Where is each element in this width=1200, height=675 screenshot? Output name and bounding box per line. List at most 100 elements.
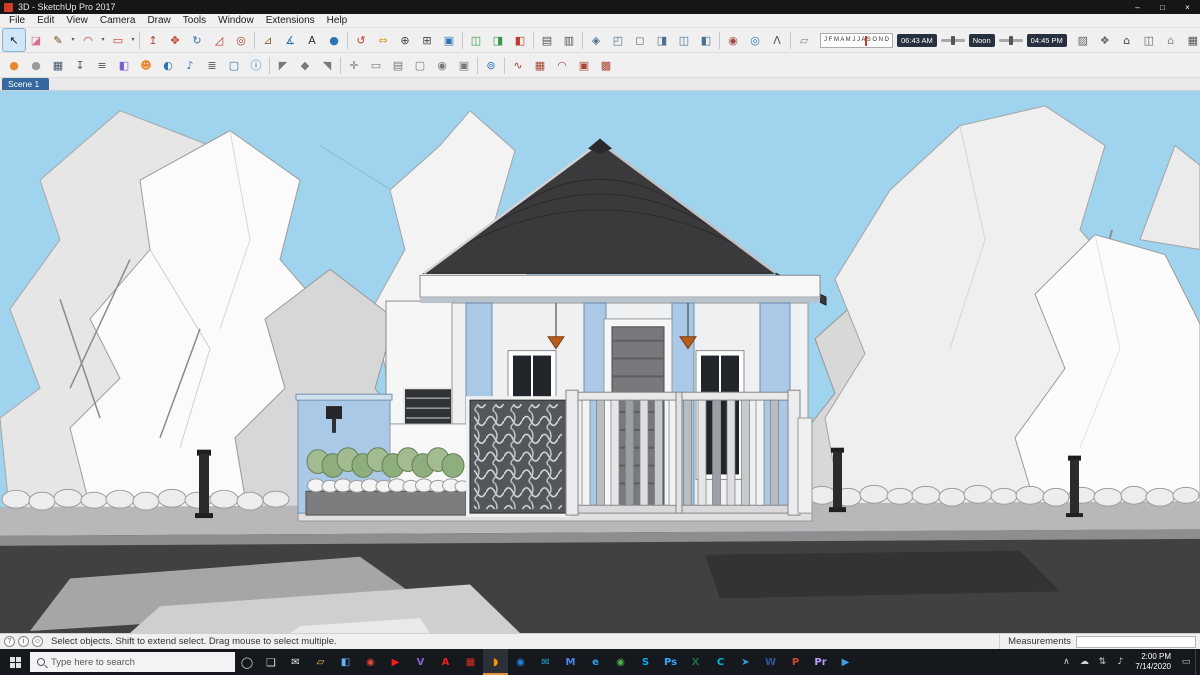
model-box-icon[interactable]: ◫ <box>1138 29 1160 51</box>
zoom-tool-icon[interactable]: ⊕ <box>394 29 416 51</box>
teal-c-app-icon[interactable]: C <box>708 649 733 675</box>
paint-material-icon[interactable]: ● <box>3 54 25 76</box>
scene-tab-1[interactable]: Scene 1 <box>2 78 50 90</box>
premiere-icon[interactable]: Pr <box>808 649 833 675</box>
rotate-tool-icon[interactable]: ↻ <box>186 29 208 51</box>
large-eraser-icon[interactable]: ▱ <box>793 29 815 51</box>
push-pull-tool-icon[interactable]: ↥ <box>142 29 164 51</box>
walk-tool-icon[interactable]: Λ <box>766 29 788 51</box>
menu-camera[interactable]: Camera <box>94 15 142 26</box>
viber-icon[interactable]: V <box>408 649 433 675</box>
paint-bucket-tool-icon[interactable]: ● <box>323 29 345 51</box>
pan-tool-icon[interactable]: ⇔ <box>372 29 394 51</box>
stamp-tool-icon[interactable]: ▣ <box>573 54 595 76</box>
component-box-icon[interactable]: ◧ <box>113 54 135 76</box>
thunderbird-icon[interactable]: ✉ <box>533 649 558 675</box>
camera-create-icon[interactable]: ▢ <box>409 54 431 76</box>
powerpoint-icon[interactable]: P <box>783 649 808 675</box>
front-view-icon[interactable]: ◻ <box>629 29 651 51</box>
offset-tool-icon[interactable]: ◎ <box>230 29 252 51</box>
printer-icon[interactable]: ▦ <box>47 54 69 76</box>
back-edges-icon[interactable]: ▥ <box>558 29 580 51</box>
shadow-date-slider[interactable]: J F M A M J J A S O N D <box>820 32 894 48</box>
materials-panel-icon[interactable]: ▨ <box>1072 29 1094 51</box>
cortana-button[interactable]: ◯ <box>235 649 259 675</box>
compass-browser-icon[interactable]: ◉ <box>508 649 533 675</box>
help-status-icon[interactable]: ☺ <box>32 636 43 647</box>
edge-icon[interactable]: e <box>583 649 608 675</box>
warehouse-home-icon[interactable]: ⌂ <box>1116 29 1138 51</box>
sandbox-from-contours-icon[interactable]: ∿ <box>507 54 529 76</box>
move-tool-icon[interactable]: ✥ <box>164 29 186 51</box>
gmail-icon[interactable]: M <box>558 649 583 675</box>
section-cut-icon[interactable]: ◧ <box>509 29 531 51</box>
face-style-icon[interactable]: ☻ <box>135 54 157 76</box>
network-icon[interactable]: ⇅ <box>1093 649 1111 675</box>
architecture-icon[interactable]: ⌂ <box>1160 29 1182 51</box>
text-tool-icon[interactable]: A <box>301 29 323 51</box>
align-right-icon[interactable]: ◥ <box>316 54 338 76</box>
taskbar-clock[interactable]: 2:00 PM 7/14/2020 <box>1129 652 1177 671</box>
onedrive-icon[interactable]: ☁ <box>1075 649 1093 675</box>
sliders-icon[interactable]: ≣ <box>201 54 223 76</box>
shadow-time-slider-right[interactable] <box>998 35 1023 45</box>
components-panel-icon[interactable]: ❖ <box>1094 29 1116 51</box>
export-icon[interactable]: ↧ <box>69 54 91 76</box>
skype-icon[interactable]: S <box>633 649 658 675</box>
task-view-button[interactable]: ❏ <box>259 649 283 675</box>
print-icon[interactable]: ▦ <box>1182 29 1200 51</box>
measurements-input[interactable] <box>1076 635 1196 648</box>
taskbar-search[interactable]: Type here to search <box>30 652 235 672</box>
scale-tool-icon[interactable]: ◿ <box>208 29 230 51</box>
file-explorer-icon[interactable]: ▱ <box>308 649 333 675</box>
camera-settings-icon[interactable]: ▣ <box>453 54 475 76</box>
menu-window[interactable]: Window <box>212 15 260 26</box>
photoshop-icon[interactable]: Ps <box>658 649 683 675</box>
viewport-3d-scene[interactable] <box>0 91 1200 633</box>
position-camera-icon[interactable]: ◉ <box>722 29 744 51</box>
section-plane-icon[interactable]: ◫ <box>465 29 487 51</box>
photos-icon[interactable]: ◧ <box>333 649 358 675</box>
align-center-icon[interactable]: ◆ <box>294 54 316 76</box>
layers-stack-icon[interactable]: ≡ <box>91 54 113 76</box>
menu-tools[interactable]: Tools <box>177 15 212 26</box>
start-button[interactable] <box>0 649 30 675</box>
hide-rest-of-model-icon[interactable]: ▤ <box>536 29 558 51</box>
line-flyout-icon[interactable]: ▾ <box>69 29 77 51</box>
minimize-button[interactable]: – <box>1125 0 1150 14</box>
menu-edit[interactable]: Edit <box>31 15 60 26</box>
chrome-icon[interactable]: ◉ <box>608 649 633 675</box>
excel-icon[interactable]: X <box>683 649 708 675</box>
viewport-3d[interactable] <box>0 91 1200 633</box>
eraser-tool-icon[interactable]: ◪ <box>25 29 47 51</box>
word-icon[interactable]: W <box>758 649 783 675</box>
sandbox-from-scratch-icon[interactable]: ▦ <box>529 54 551 76</box>
smoove-tool-icon[interactable]: ◠ <box>551 54 573 76</box>
arc-flyout-icon[interactable]: ▾ <box>99 29 107 51</box>
rectangle-tool-icon[interactable]: ▭ <box>107 29 129 51</box>
select-tool-icon[interactable]: ↖ <box>2 28 26 52</box>
mail-icon[interactable]: ✉ <box>283 649 308 675</box>
youtube-icon[interactable]: ▶ <box>383 649 408 675</box>
look-around-icon[interactable]: ◎ <box>744 29 766 51</box>
geolocation-status-icon[interactable]: ? <box>4 636 15 647</box>
zoom-extents-icon[interactable]: ▣ <box>438 29 460 51</box>
add-location-globe-icon[interactable]: ⊚ <box>480 54 502 76</box>
menu-help[interactable]: Help <box>321 15 354 26</box>
back-view-icon[interactable]: ◫ <box>673 29 695 51</box>
section-display-icon[interactable]: ◨ <box>487 29 509 51</box>
menu-extensions[interactable]: Extensions <box>260 15 321 26</box>
tray-chevron-icon[interactable]: ∧ <box>1057 649 1075 675</box>
movies-app-icon[interactable]: ▶ <box>833 649 858 675</box>
menu-draw[interactable]: Draw <box>141 15 176 26</box>
front-fence[interactable] <box>295 389 813 522</box>
menu-view[interactable]: View <box>60 15 94 26</box>
telegram-icon[interactable]: ➤ <box>733 649 758 675</box>
maximize-button[interactable]: □ <box>1150 0 1175 14</box>
drape-tool-icon[interactable]: ▩ <box>595 54 617 76</box>
top-view-icon[interactable]: ◰ <box>607 29 629 51</box>
left-view-icon[interactable]: ◧ <box>695 29 717 51</box>
shadow-time-slider-left[interactable] <box>940 35 965 45</box>
arc-tool-icon[interactable]: ◠ <box>77 29 99 51</box>
sound-icon[interactable]: ♪ <box>179 54 201 76</box>
